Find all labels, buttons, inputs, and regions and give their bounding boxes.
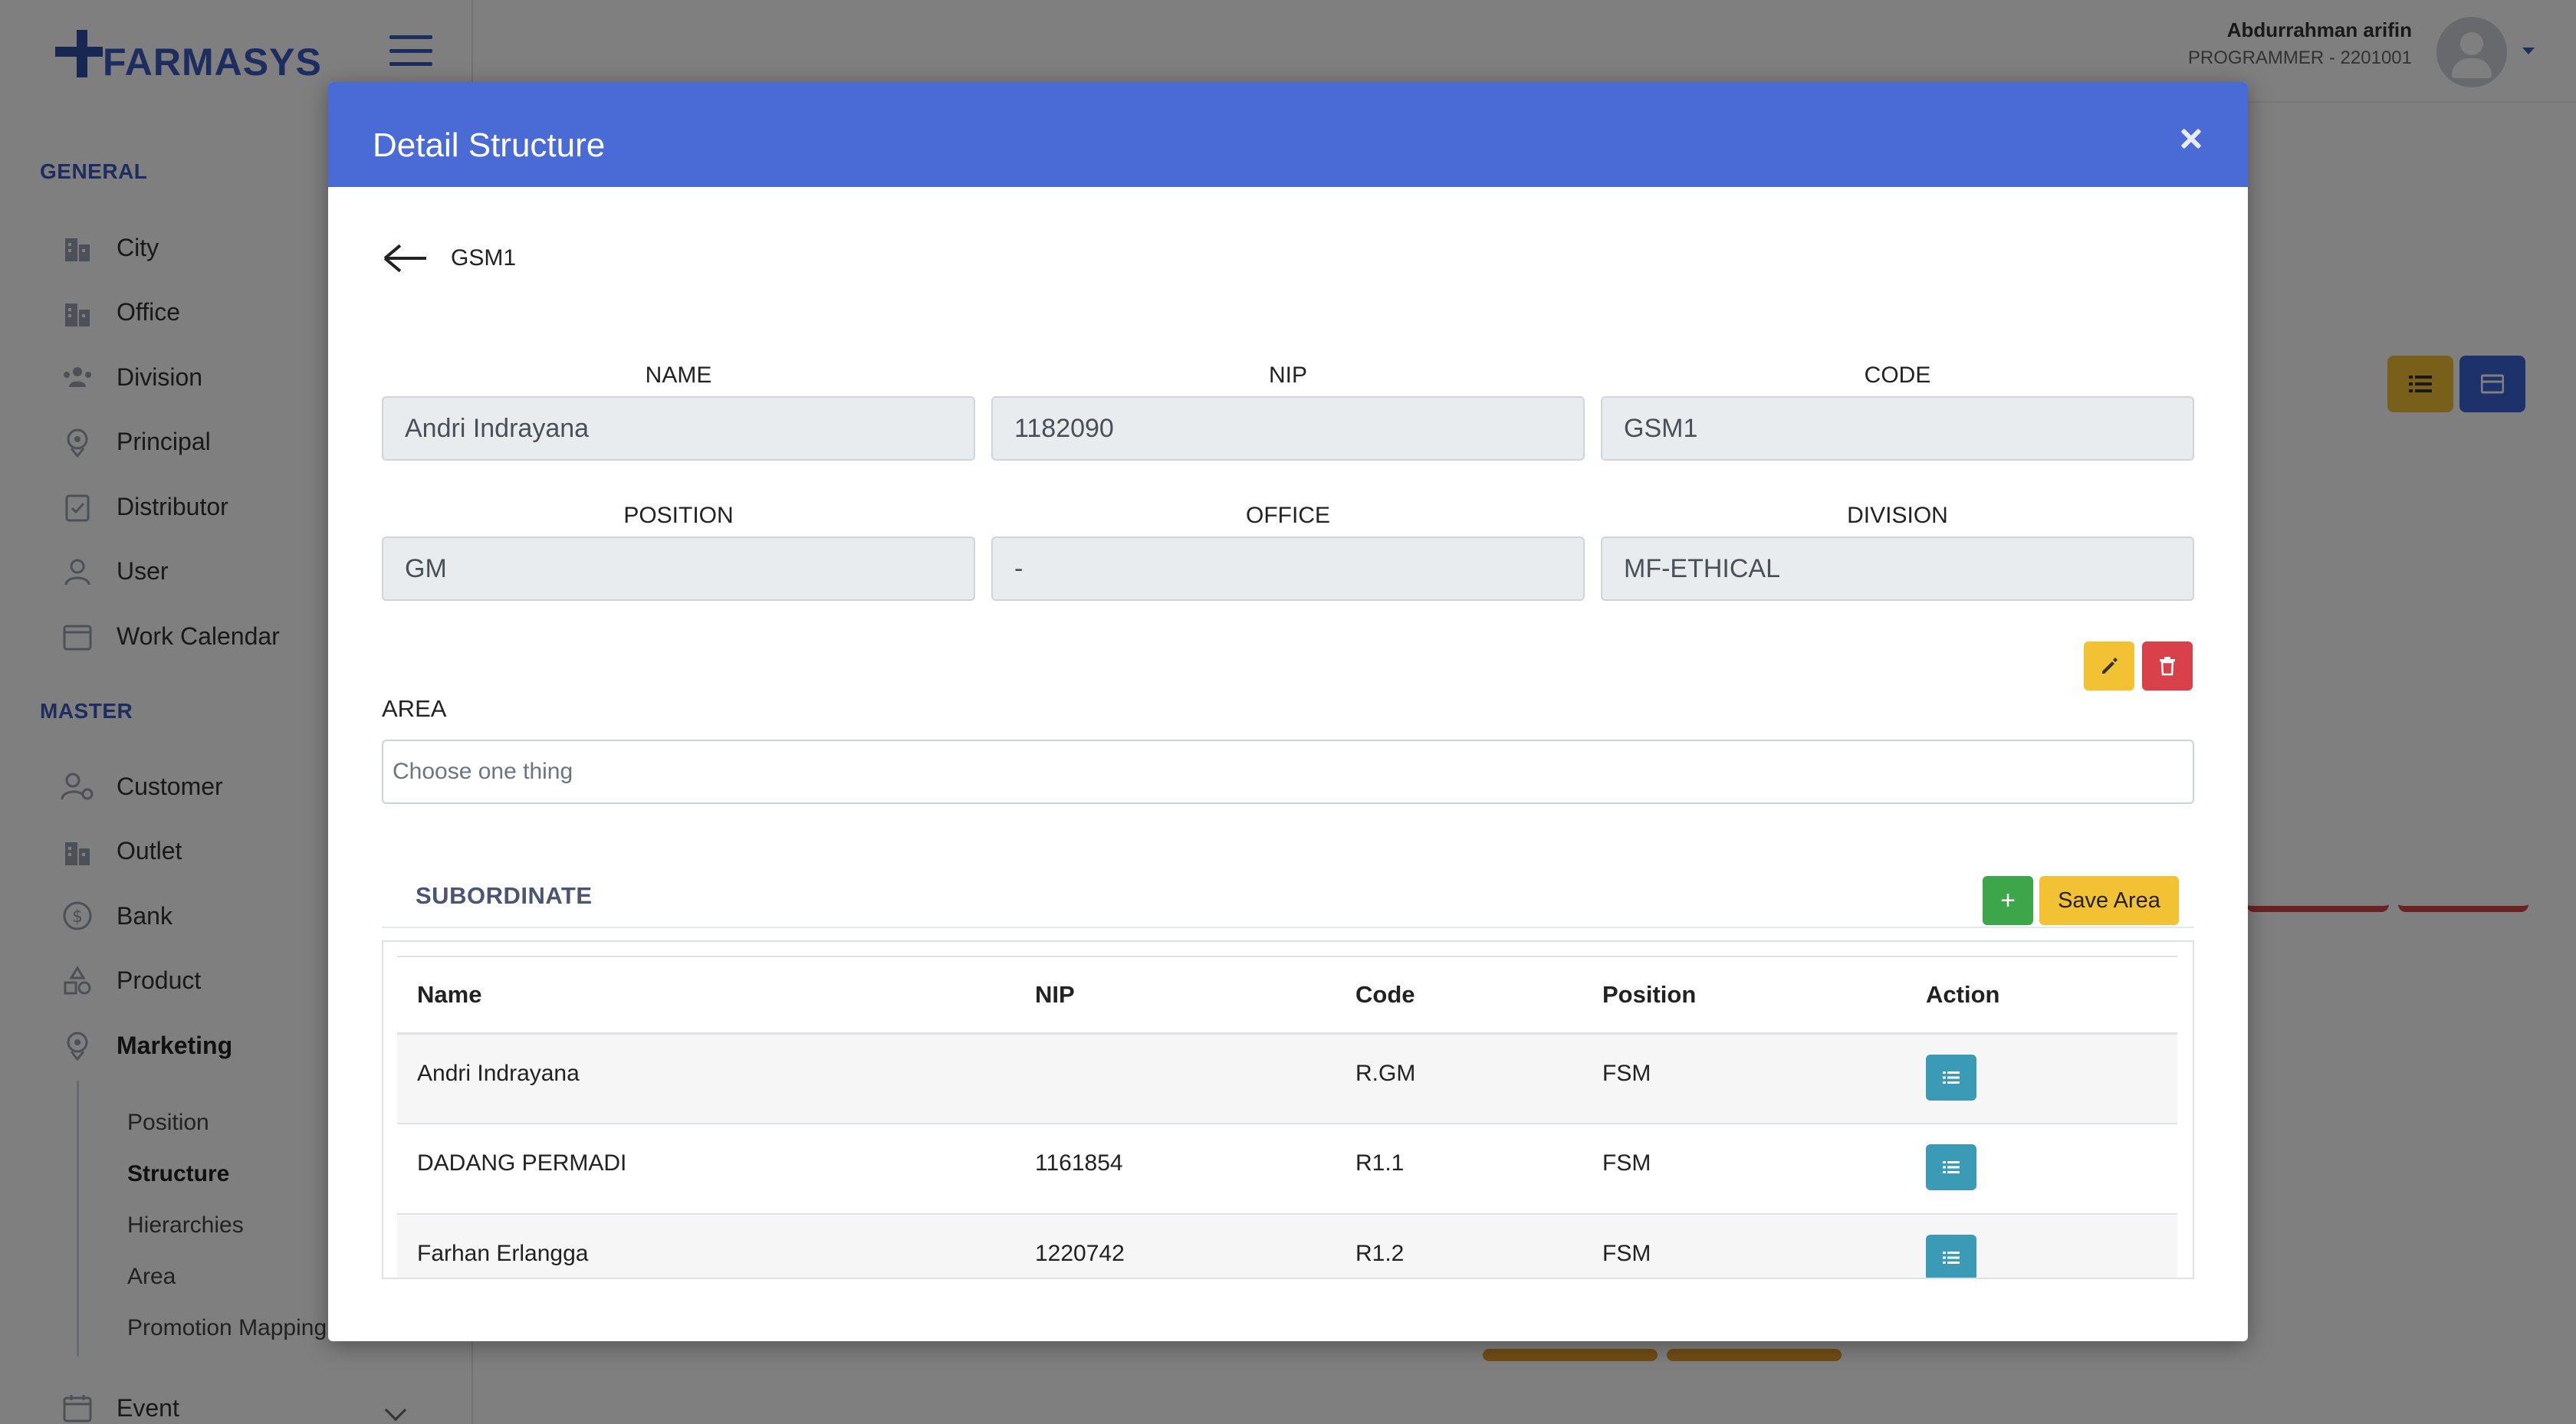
delete-button[interactable] [2142, 641, 2193, 691]
division-label: DIVISION [1847, 503, 1948, 528]
office-input[interactable]: - [991, 536, 1585, 601]
column-header-code: Code [1336, 956, 1582, 1035]
breadcrumb-code: GSM1 [451, 245, 517, 271]
column-header-name: Name [397, 956, 1015, 1035]
view-detail-button[interactable] [1926, 1054, 1976, 1101]
code-label: CODE [1864, 363, 1931, 388]
subordinate-title: SUBORDINATE [416, 882, 593, 909]
cell-nip: 1220742 [1015, 1214, 1336, 1278]
list-icon [1943, 1161, 1960, 1173]
position-input[interactable]: GM [382, 536, 975, 601]
add-subordinate-button[interactable]: + [1983, 876, 2033, 925]
column-header-action: Action [1906, 956, 2177, 1035]
subordinate-table-container[interactable]: Name NIP Code Position Action Andri Indr… [382, 940, 2194, 1279]
modal-header: Detail Structure [328, 82, 2248, 187]
division-input[interactable]: MF-ETHICAL [1601, 536, 2194, 601]
code-field: CODE GSM1 [1601, 363, 2194, 461]
view-detail-button[interactable] [1926, 1144, 1976, 1190]
nip-input[interactable]: 1182090 [991, 396, 1585, 461]
name-input[interactable]: Andri Indrayana [382, 396, 975, 461]
division-field: DIVISION MF-ETHICAL [1601, 503, 2194, 601]
cell-code: R1.2 [1336, 1214, 1582, 1278]
nip-label: NIP [1268, 363, 1307, 388]
subordinate-table: Name NIP Code Position Action Andri Indr… [397, 956, 2177, 1278]
cell-name: DADANG PERMADI [397, 1124, 1015, 1215]
cell-action [1906, 1033, 2177, 1124]
table-row: DADANG PERMADI 1161854 R1.1 FSM [397, 1124, 2177, 1215]
code-input[interactable]: GSM1 [1601, 396, 2194, 461]
close-icon[interactable] [2177, 125, 2205, 153]
view-detail-button[interactable] [1926, 1235, 1976, 1278]
cell-position: FSM [1582, 1124, 1906, 1215]
detail-structure-modal: Detail Structure GSM1 NAME Andri Indraya… [328, 82, 2248, 1341]
nip-field: NIP 1182090 [991, 363, 1585, 461]
position-label: POSITION [623, 503, 734, 528]
cell-action [1906, 1124, 2177, 1215]
area-select[interactable]: Choose one thing [382, 740, 2194, 804]
back-arrow-icon[interactable] [383, 243, 429, 274]
column-header-position: Position [1582, 956, 1906, 1035]
cell-code: R1.1 [1336, 1124, 1582, 1215]
position-field: POSITION GM [382, 503, 975, 601]
cell-nip [1015, 1033, 1336, 1124]
subordinate-header: SUBORDINATE + Save Area [382, 851, 2194, 928]
pencil-icon [2102, 658, 2118, 674]
office-field: OFFICE - [991, 503, 1585, 601]
cell-code: R.GM [1336, 1033, 1582, 1124]
modal-title: Detail Structure [373, 126, 606, 164]
cell-position: FSM [1582, 1033, 1906, 1124]
column-header-nip: NIP [1015, 956, 1336, 1035]
cell-name: Farhan Erlangga [397, 1214, 1015, 1278]
list-icon [1943, 1252, 1960, 1264]
cell-name: Andri Indrayana [397, 1033, 1015, 1124]
cell-position: FSM [1582, 1214, 1906, 1278]
table-header-row: Name NIP Code Position Action [397, 956, 2177, 1035]
table-row: Farhan Erlangga 1220742 R1.2 FSM [397, 1214, 2177, 1278]
edit-button[interactable] [2084, 641, 2134, 691]
cell-action [1906, 1214, 2177, 1278]
cell-nip: 1161854 [1015, 1124, 1336, 1215]
name-label: NAME [645, 363, 712, 388]
name-field: NAME Andri Indrayana [382, 363, 975, 461]
area-label: AREA [382, 695, 447, 722]
trash-icon [2160, 657, 2175, 676]
table-row: Andri Indrayana R.GM FSM [397, 1033, 2177, 1124]
office-label: OFFICE [1246, 503, 1330, 528]
save-area-button[interactable]: Save Area [2039, 876, 2179, 925]
breadcrumb: GSM1 [383, 243, 516, 274]
list-icon [1943, 1071, 1960, 1084]
